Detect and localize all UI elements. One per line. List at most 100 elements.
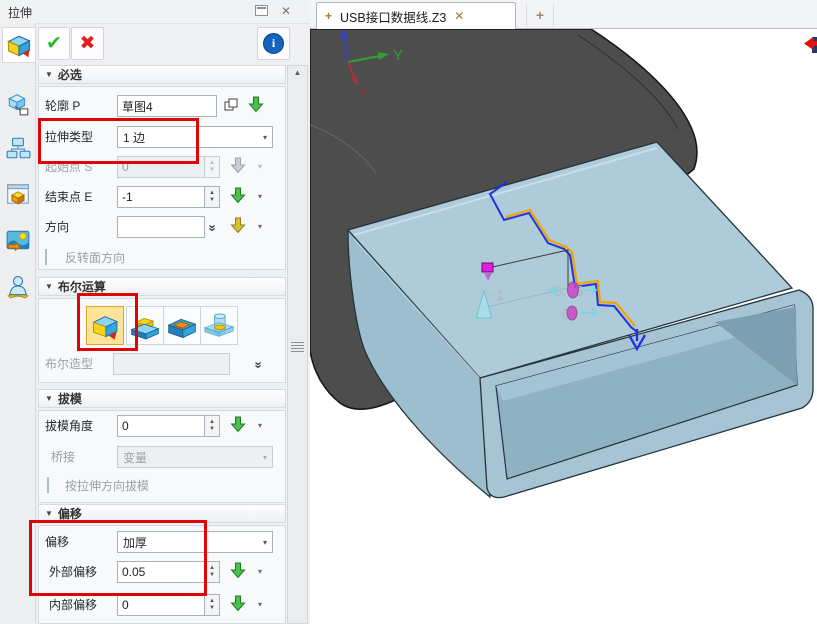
restore-icon[interactable] [255, 5, 268, 16]
section-header-boolean[interactable]: ▼ 布尔运算 [38, 277, 286, 296]
draft-angle-label: 拔模角度 [45, 415, 93, 437]
dropdown-arrow-icon[interactable]: ▾ [258, 561, 262, 583]
extrude-type-dropdown[interactable]: 1 边 ▾ [117, 126, 273, 148]
user-icon[interactable] [2, 269, 33, 303]
offset-label: 偏移 [45, 531, 69, 553]
dropdown-arrow-icon: ▾ [263, 538, 267, 547]
inner-offset-spinner[interactable]: ▲▼ [205, 594, 220, 616]
offset-dropdown[interactable]: 加厚 ▾ [117, 531, 273, 553]
info-button[interactable]: i [257, 27, 290, 60]
tab-close-icon[interactable]: ✕ [454, 9, 464, 23]
panel-resize-grip[interactable] [291, 345, 304, 346]
wireframe-box-icon[interactable] [2, 87, 33, 121]
side-panel-handle-icon[interactable] [804, 37, 817, 54]
spinner-up-icon: ▲ [209, 419, 215, 426]
extrude-type-value: 1 边 [123, 129, 145, 146]
boolean-subtract-icon[interactable] [163, 306, 201, 345]
end-point-label: 结束点 E [45, 186, 92, 208]
boolean-shape-field [113, 353, 230, 375]
boolean-base-icon [89, 310, 121, 342]
copy-list-icon[interactable] [223, 97, 239, 116]
close-icon[interactable]: ✕ [279, 5, 293, 18]
axis-y-label: Y [393, 47, 403, 64]
outer-offset-spinner[interactable]: ▲▼ [205, 561, 220, 583]
double-chevron-down-icon[interactable]: » [204, 224, 220, 229]
dropdown-arrow-icon[interactable]: ▾ [258, 594, 262, 616]
spinner-down-icon: ▼ [209, 197, 215, 204]
bridge-label: 桥接 [51, 446, 75, 468]
dropdown-arrow-icon[interactable]: ▾ [258, 186, 262, 208]
reverse-face-label: 反转面方向 [65, 247, 125, 269]
axis-x-label: X [360, 84, 370, 101]
ok-button[interactable]: ✔ [38, 27, 70, 60]
boolean-add-icon[interactable] [126, 306, 164, 345]
collapse-arrow-icon: ▼ [45, 509, 53, 518]
collapse-arrow-icon: ▼ [45, 70, 53, 79]
draft-direction-checkbox [47, 477, 49, 493]
section-header-offset[interactable]: ▼ 偏移 [38, 504, 286, 523]
end-spinner[interactable]: ▲▼ [205, 186, 220, 208]
cancel-button[interactable]: ✖ [71, 27, 104, 60]
bridge-dropdown: 变量 ▾ [117, 446, 273, 468]
section-header-required[interactable]: ▼ 必选 [38, 65, 286, 84]
check-icon: ✔ [46, 32, 62, 55]
boolean-subtract-icon [166, 310, 198, 342]
solid-box-icon [5, 181, 31, 207]
outer-offset-label: 外部偏移 [49, 561, 97, 583]
scroll-up-icon[interactable]: ▲ [288, 68, 307, 77]
outer-offset-handle[interactable] [568, 282, 579, 298]
dropdown-arrow-icon: ▾ [263, 453, 267, 462]
inner-offset-handle[interactable] [567, 306, 577, 320]
section-header-draft[interactable]: ▼ 拔模 [38, 389, 286, 408]
zw3d-window: { "window": { "title": "拉伸" }, "icons": … [0, 0, 817, 624]
section-label: 布尔运算 [58, 278, 106, 295]
profile-input[interactable] [117, 95, 217, 117]
tab-plus-icon[interactable]: + [325, 9, 332, 23]
pick-green-icon[interactable] [246, 95, 266, 118]
extrude-feature-icon[interactable] [2, 27, 35, 63]
hierarchy-icon [5, 135, 31, 161]
pick-yellow-icon[interactable] [228, 216, 248, 239]
profile-anchor-handle[interactable] [482, 263, 493, 272]
outer-offset-input[interactable] [117, 561, 205, 583]
viewport-3d[interactable]: -1 0.05 0 Y X [310, 29, 817, 624]
section-label: 必选 [58, 66, 82, 83]
pick-green-icon[interactable] [228, 186, 248, 209]
boolean-intersect-icon[interactable] [200, 306, 238, 345]
boolean-base-icon[interactable] [86, 306, 124, 345]
section-label: 拔模 [58, 390, 82, 407]
spinner-up-icon: ▲ [209, 190, 215, 197]
new-tab-button[interactable]: + [526, 4, 554, 27]
wireframe-box-icon [5, 91, 31, 117]
spinner-up-icon: ▲ [209, 160, 215, 167]
viewport-scene: -1 0.05 0 Y X [310, 29, 817, 624]
boolean-add-icon [129, 310, 161, 342]
start-spinner: ▲▼ [205, 156, 220, 178]
solid-box-icon[interactable] [2, 177, 33, 211]
pick-green-icon[interactable] [228, 415, 248, 438]
dropdown-arrow-icon[interactable]: ▾ [258, 216, 262, 238]
pick-green-icon[interactable] [228, 561, 248, 584]
dropdown-arrow-icon[interactable]: ▾ [258, 415, 262, 437]
tab-title: USB接口数据线.Z3 [340, 7, 446, 26]
direction-label: 方向 [45, 216, 69, 238]
draft-direction-label: 按拉伸方向拔模 [65, 475, 149, 497]
inner-offset-label: 内部偏移 [49, 594, 97, 616]
spinner-down-icon: ▼ [209, 572, 215, 579]
end-point-input[interactable] [117, 186, 205, 208]
spinner-down-icon: ▼ [209, 605, 215, 612]
render-image-icon[interactable] [2, 223, 33, 257]
double-chevron-down-icon[interactable]: » [250, 361, 266, 366]
hierarchy-icon[interactable] [2, 131, 33, 165]
render-image-icon [5, 227, 31, 253]
draft-spinner[interactable]: ▲▼ [205, 415, 220, 437]
extrude-type-label: 拉伸类型 [45, 126, 93, 148]
tab-usb-document[interactable]: + USB接口数据线.Z3 ✕ [316, 2, 516, 29]
inner-offset-input[interactable] [117, 594, 205, 616]
section-label: 偏移 [58, 505, 82, 522]
direction-input[interactable] [117, 216, 205, 238]
panel-title: 拉伸 [8, 4, 32, 21]
pick-green-icon[interactable] [228, 594, 248, 617]
start-point-label: 起始点 S [45, 156, 92, 178]
draft-angle-input[interactable] [117, 415, 205, 437]
